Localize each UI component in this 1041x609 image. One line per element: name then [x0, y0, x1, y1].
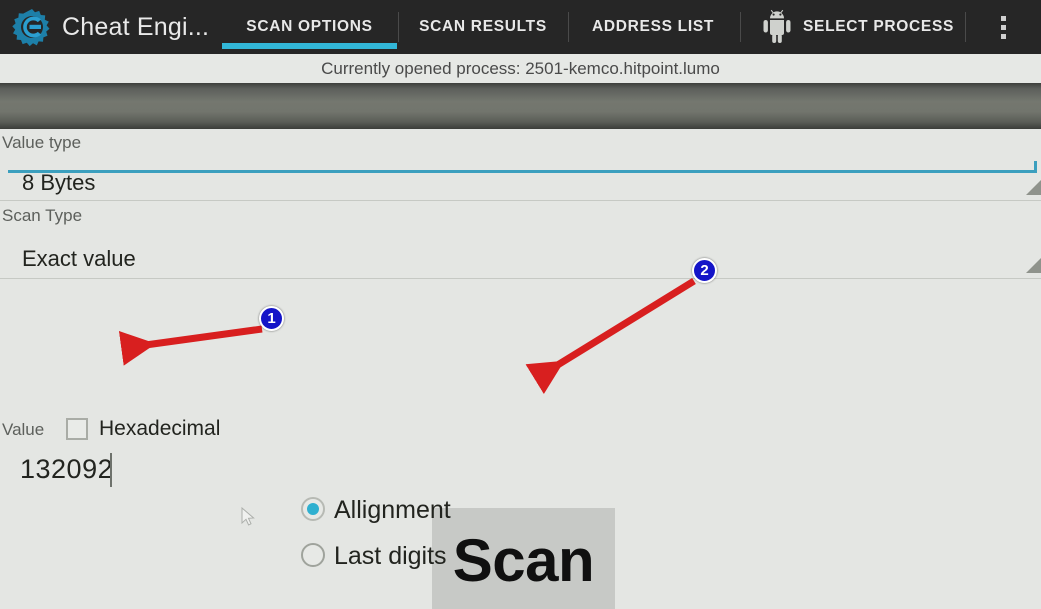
android-robot-icon [757, 7, 797, 47]
cheat-engine-gear-icon [12, 7, 52, 47]
select-process-button[interactable]: SELECT PROCESS [757, 0, 954, 54]
radio-allignment-dot [307, 503, 319, 515]
hexadecimal-checkbox[interactable] [66, 418, 88, 440]
annotation-marker-2: 2 [692, 258, 717, 283]
tab-divider-4 [965, 12, 966, 42]
value-input-underline [8, 170, 1037, 173]
value-type-spinner-caret-icon[interactable] [1026, 180, 1041, 195]
value-type-spinner[interactable]: 8 Bytes [22, 170, 95, 196]
value-input-underline-tick [1034, 161, 1037, 173]
scan-type-spinner-caret-icon[interactable] [1026, 258, 1041, 273]
value-label: Value [2, 420, 45, 439]
select-process-label: SELECT PROCESS [803, 18, 955, 35]
tab-address-list[interactable]: ADDRESS LIST [570, 0, 736, 54]
scan-options-form: Value type 8 Bytes Scan Type Exact value… [0, 129, 1041, 609]
radio-last-digits-label[interactable]: Last digits [334, 542, 447, 571]
scan-button[interactable]: Scan [432, 508, 615, 609]
text-caret [110, 453, 112, 487]
radio-allignment[interactable] [301, 497, 325, 521]
current-process-label: Currently opened process: 2501-kemco.hit… [321, 58, 720, 78]
ad-banner-placeholder [0, 83, 1041, 129]
tab-divider-2 [568, 12, 569, 42]
tab-scan-options-label: SCAN OPTIONS [246, 18, 373, 35]
value-input-text: 132092 [20, 454, 114, 484]
scan-type-label: Scan Type [2, 206, 83, 225]
scan-type-spinner[interactable]: Exact value [22, 246, 136, 272]
mouse-cursor-icon [241, 506, 255, 527]
radio-allignment-label[interactable]: Allignment [334, 496, 451, 525]
annotation-marker-1: 1 [259, 306, 284, 331]
app-title: Cheat Engi... [62, 12, 210, 41]
hexadecimal-label[interactable]: Hexadecimal [99, 417, 220, 441]
app-bar: Cheat Engi... SCAN OPTIONS SCAN RESULTS … [0, 0, 1041, 55]
value-input[interactable]: 132092 [0, 451, 1041, 495]
value-type-divider [0, 200, 1041, 201]
current-process-bar: Currently opened process: 2501-kemco.hit… [0, 54, 1041, 83]
radio-last-digits[interactable] [301, 543, 325, 567]
tab-divider-3 [740, 12, 741, 42]
active-tab-indicator [222, 43, 397, 49]
tab-divider-1 [398, 12, 399, 42]
tab-scan-results[interactable]: SCAN RESULTS [400, 0, 566, 54]
tab-scan-results-label: SCAN RESULTS [419, 18, 547, 35]
cheat-engine-android-window: Cheat Engi... SCAN OPTIONS SCAN RESULTS … [0, 0, 1041, 609]
overflow-menu-icon[interactable] [990, 12, 1016, 42]
scan-type-divider [0, 278, 1041, 279]
tab-address-list-label: ADDRESS LIST [591, 18, 715, 35]
app-brand: Cheat Engi... [12, 0, 209, 54]
value-type-label: Value type [2, 133, 82, 152]
scan-button-label: Scan [452, 527, 595, 594]
